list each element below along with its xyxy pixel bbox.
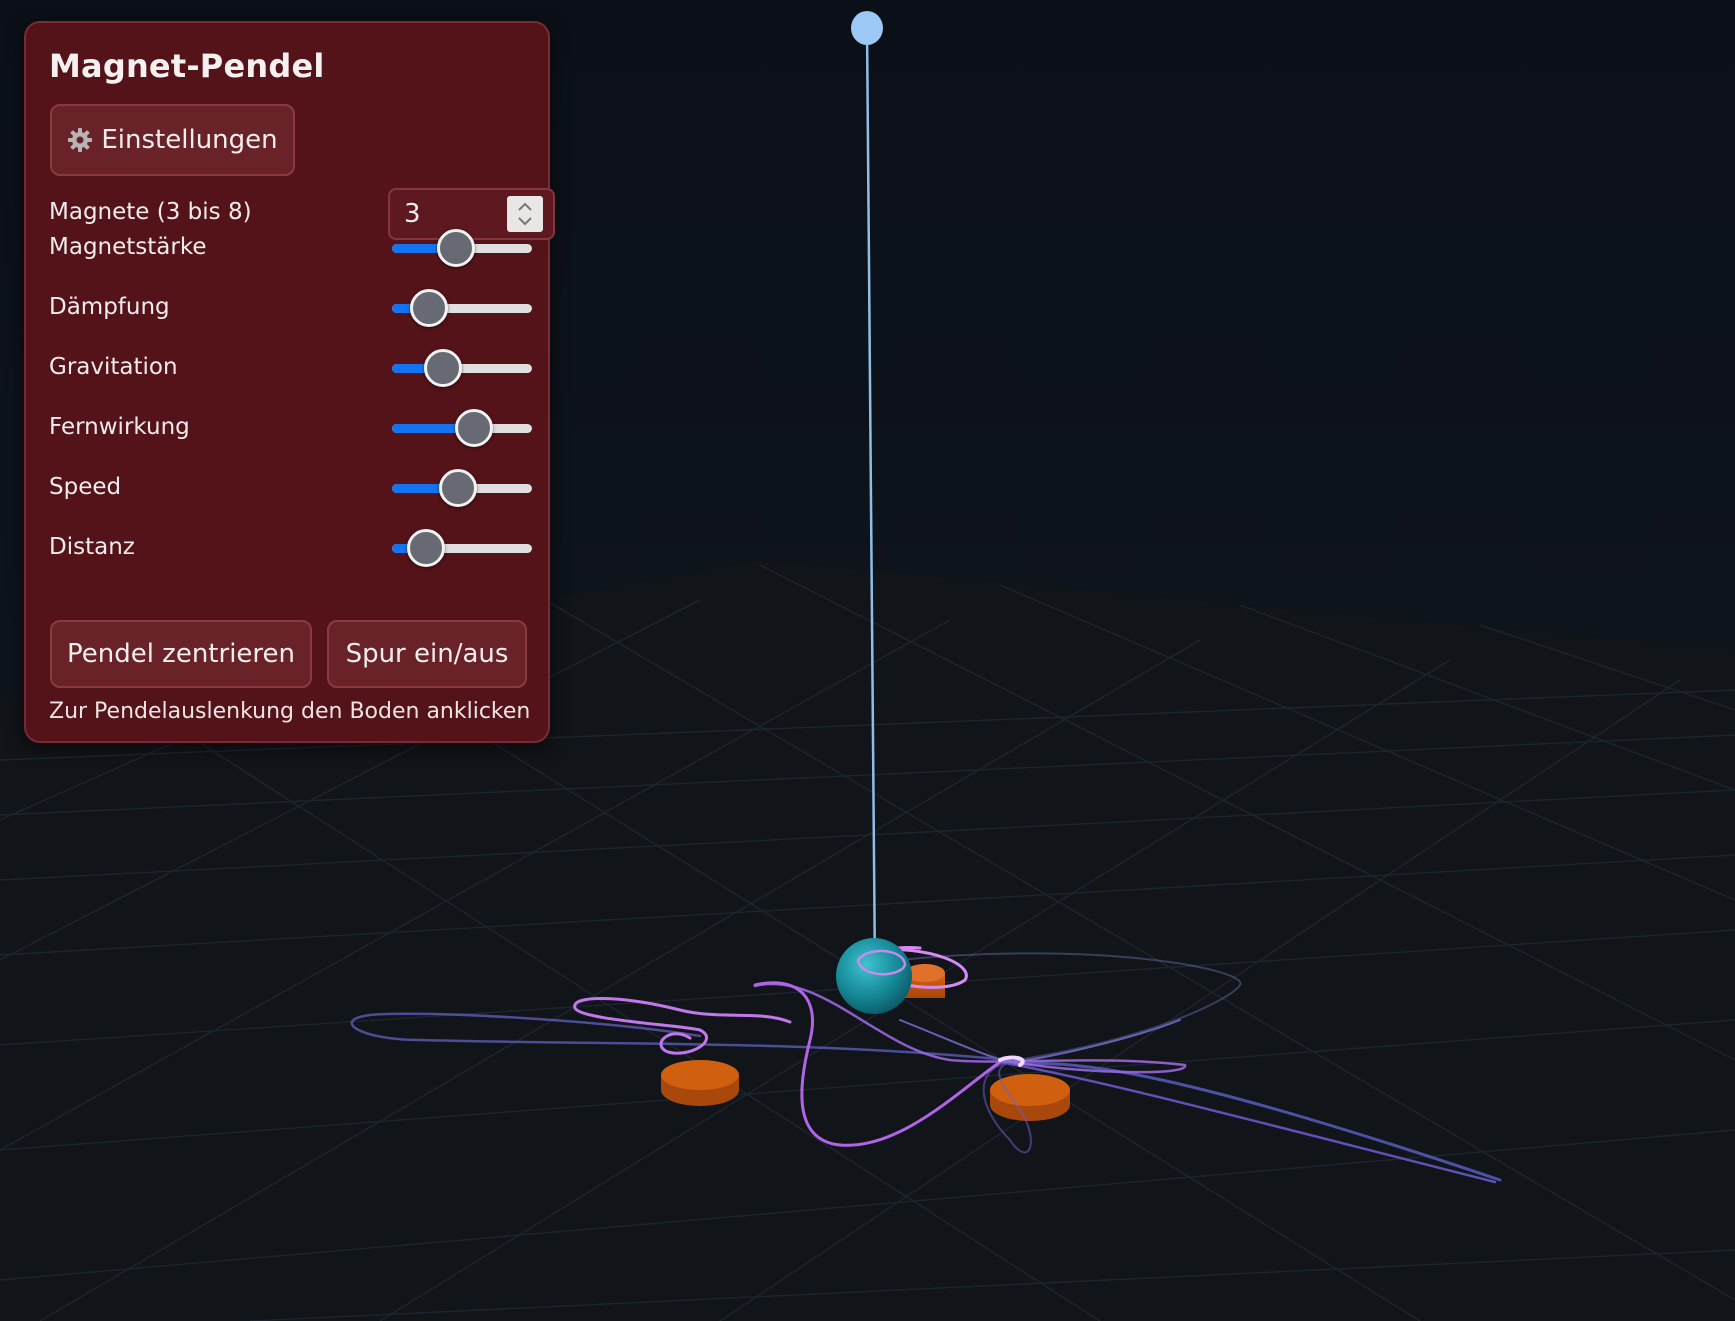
pendulum-bob[interactable] <box>836 938 912 1014</box>
hint-text: Zur Pendelauslenkung den Boden anklicken <box>49 699 531 724</box>
slider-thumb[interactable] <box>455 409 494 447</box>
slider-distanz[interactable] <box>392 529 532 569</box>
slider-label-magnetstaerke: Magnetstärke <box>49 234 207 260</box>
slider-label-gravitation: Gravitation <box>49 354 178 380</box>
slider-label-fernwirkung: Fernwirkung <box>49 414 190 440</box>
panel-title: Magnet-Pendel <box>49 47 325 85</box>
settings-button-label: Einstellungen <box>101 125 278 155</box>
settings-button[interactable]: Einstellungen <box>50 104 295 176</box>
magnets-label: Magnete (3 bis 8) <box>49 199 252 225</box>
slider-thumb[interactable] <box>407 529 446 567</box>
slider-thumb[interactable] <box>410 289 449 327</box>
slider-magnetstaerke[interactable] <box>392 229 532 269</box>
number-spinner[interactable] <box>507 196 543 232</box>
magnet <box>661 1060 739 1106</box>
slider-label-distanz: Distanz <box>49 534 135 560</box>
pendulum-pivot <box>851 11 883 45</box>
center-pendulum-button[interactable]: Pendel zentrieren <box>50 620 312 688</box>
slider-gravitation[interactable] <box>392 349 532 389</box>
chevron-up-icon[interactable] <box>518 202 532 211</box>
slider-track[interactable] <box>392 364 532 373</box>
slider-thumb[interactable] <box>438 469 477 507</box>
slider-thumb[interactable] <box>436 229 475 267</box>
gear-icon <box>68 128 93 152</box>
slider-label-speed: Speed <box>49 474 122 500</box>
slider-thumb[interactable] <box>423 349 462 387</box>
chevron-down-icon[interactable] <box>518 217 532 226</box>
magnets-value: 3 <box>404 199 421 229</box>
slider-label-daempfung: Dämpfung <box>49 294 170 320</box>
slider-speed[interactable] <box>392 469 532 509</box>
slider-daempfung[interactable] <box>392 289 532 329</box>
control-panel: Magnet-Pendel Einstellungen Magnete (3 b… <box>24 21 555 743</box>
slider-fernwirkung[interactable] <box>392 409 532 449</box>
toggle-trace-button[interactable]: Spur ein/aus <box>327 620 527 688</box>
